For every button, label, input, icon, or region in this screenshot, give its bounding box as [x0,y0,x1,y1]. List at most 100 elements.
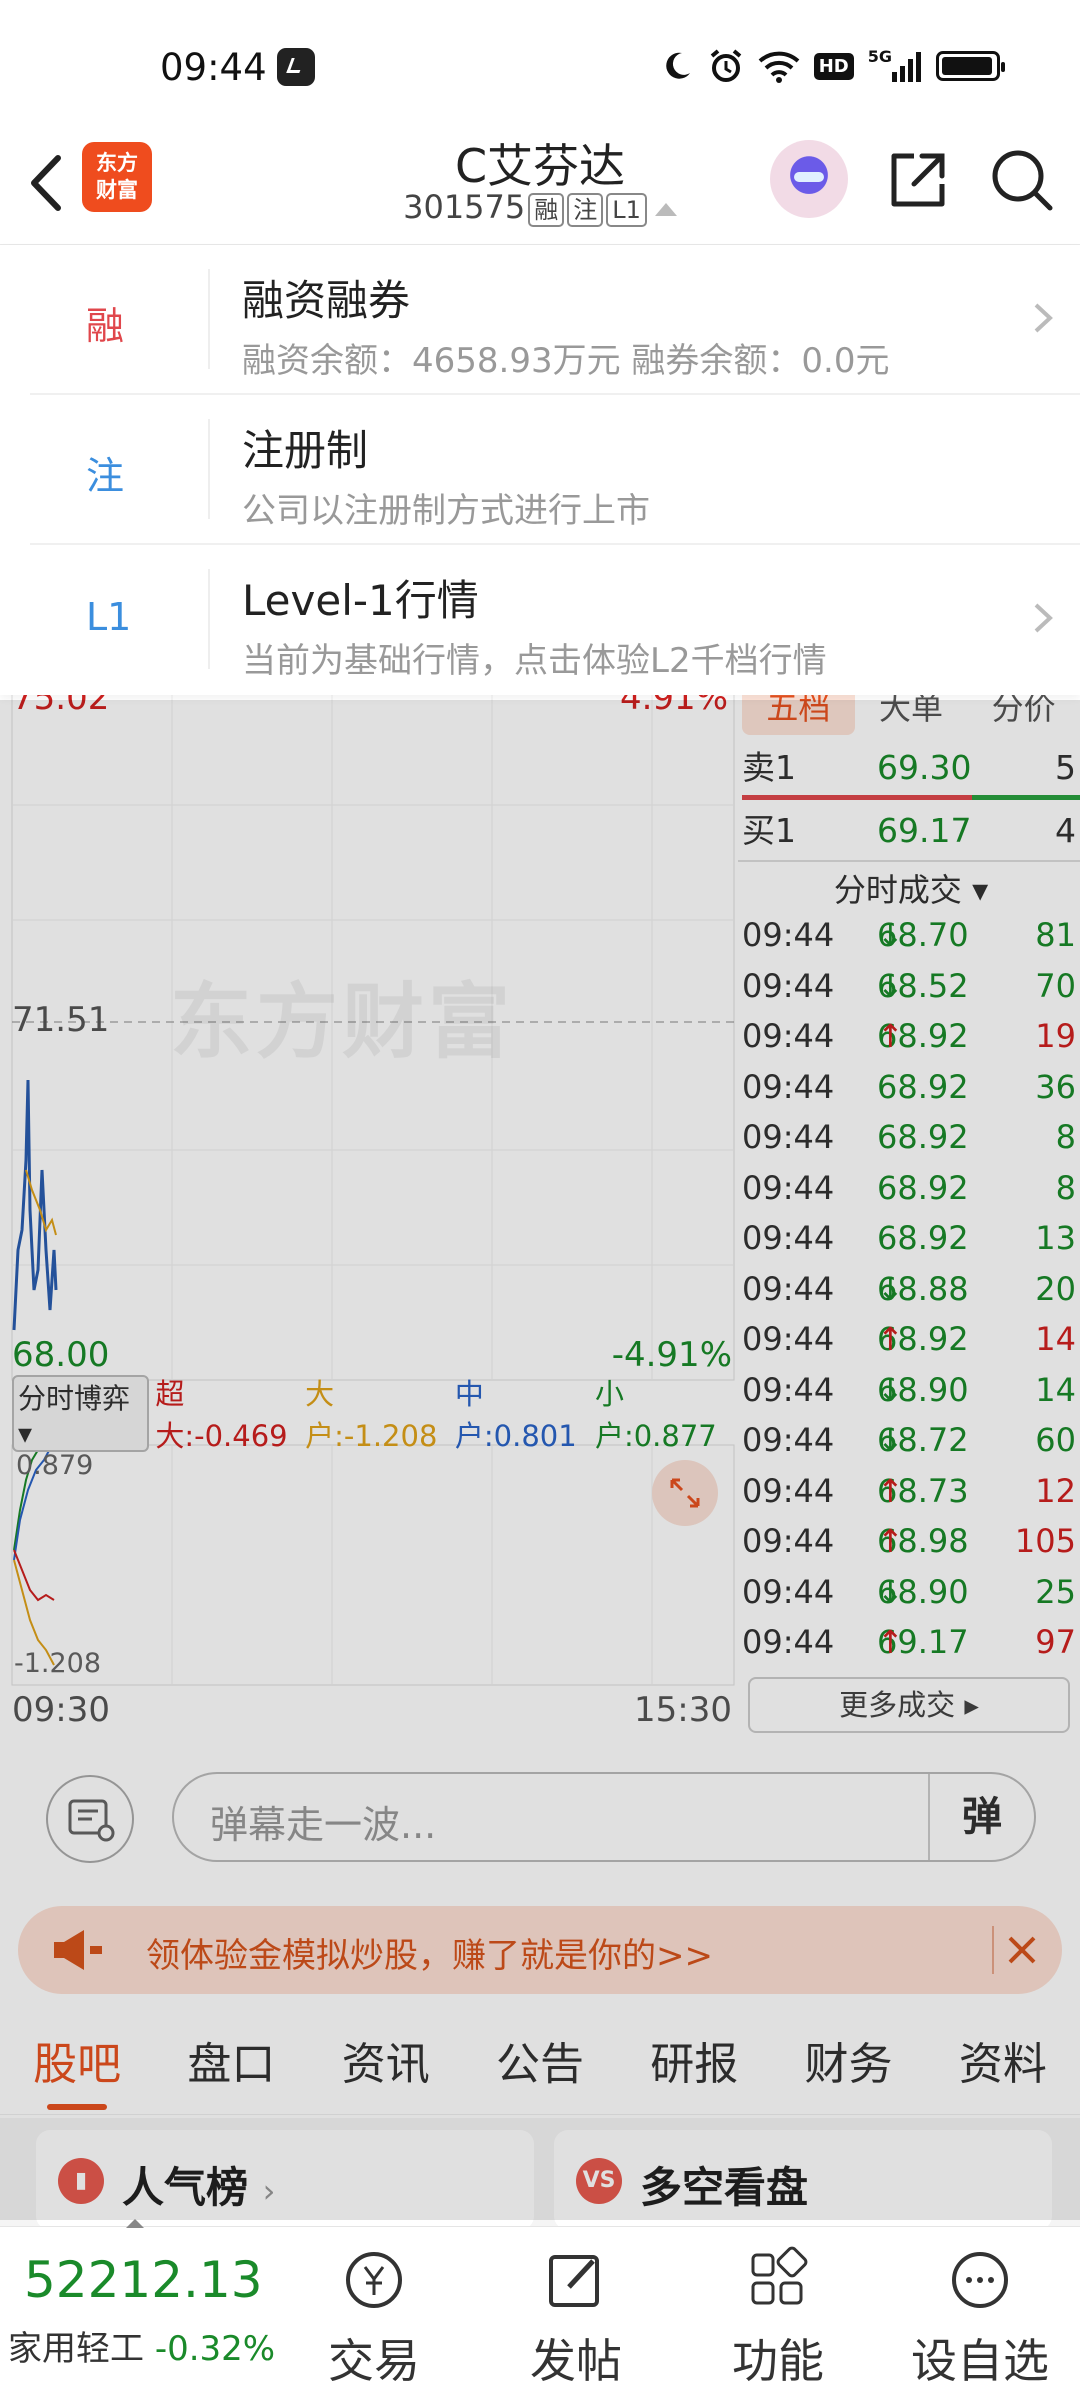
search-icon [992,150,1053,211]
flow-mode-select[interactable]: 分时博弈 ▾ [12,1374,150,1452]
trade-time: 09:44 [742,1017,835,1055]
card-popularity[interactable]: ▮ 人气榜 › [36,2130,534,2230]
danmaku-settings-icon[interactable] [46,1775,134,1863]
search-button[interactable] [988,146,1056,214]
price-bottom-label: 68.00 [12,1335,110,1375]
back-button[interactable] [22,148,72,218]
navbar-up-triangle-icon [126,2219,144,2228]
tab-profile[interactable]: 资料 [926,2010,1080,2114]
share-icon [891,153,945,207]
card-title: 人气榜 › [122,2163,276,2212]
trade-row: 09:44 68.92 13 [742,1213,1080,1263]
trade-time: 09:44 [742,1269,835,1308]
flow-medium: 中户:0.801 [454,1377,577,1453]
trade-volume: 8 [1055,1168,1076,1207]
tab-research[interactable]: 研报 [617,2010,771,2114]
tag-margin: 融 [528,193,565,227]
chevron-right-icon [1034,303,1053,333]
nav-trade[interactable]: 交易 [294,2235,454,2395]
time-end-label: 15:30 [634,1690,732,1730]
trade-row: 09:44 69.17 ↑ 97 [742,1617,1080,1667]
promo-close-button[interactable] [992,1926,1040,1974]
signal-icon: 5G [868,47,922,85]
popup-item-registration[interactable]: 注 注册制 公司以注册制方式进行上市 [30,395,1080,545]
trade-row: 09:44 68.52 ↓ 70 [742,961,1080,1011]
content-tabs: 股吧 盘口 资讯 公告 研报 财务 资料 [0,2010,1080,2115]
danmaku-input[interactable]: 弹幕走一波... 弹 [172,1772,1036,1862]
app-logo[interactable]: 东方 财富 [82,142,152,212]
status-time: 09:44 [160,46,267,89]
chart-icon: ▮ [58,2158,104,2204]
moon-icon [660,47,694,85]
popup-badge: 融 [86,304,125,348]
trade-time: 09:44 [742,1421,835,1459]
ai-assistant-icon[interactable] [770,140,848,218]
chart-canvas [11,690,735,1686]
share-button[interactable] [886,148,950,212]
nav-functions[interactable]: 功能 [698,2235,858,2395]
card-bull-bear[interactable]: VS 多空看盘 [554,2130,1052,2230]
tab-orderbook[interactable]: 盘口 [154,2010,308,2114]
price-mid-label: 71.51 [12,1000,110,1040]
trade-volume: 20 [1035,1269,1076,1308]
sector-index-name[interactable]: 家用轻工 -0.32% [8,2321,275,2370]
danmaku-send-button[interactable]: 弹 [928,1774,1034,1860]
trade-row: 09:44 68.73 ↑ 12 [742,1466,1080,1516]
trade-row: 09:44 68.92 ↑ 19 [742,1011,1080,1061]
trades-title[interactable]: 分时成交 ▾ [742,865,1080,911]
trade-row: 09:44 68.92 ↑ 14 [742,1314,1080,1364]
popup-item-level1[interactable]: L1 Level-1行情 当前为基础行情，点击体验L2千档行情 [30,545,1080,695]
stock-tags-popup: 融 融资融券 融资余额：4658.93万元 融券余额：0.0元 注 注册制 公司… [0,245,1080,695]
popup-desc: 融资余额：4658.93万元 融券余额：0.0元 [242,341,890,381]
flow-small: 小户:0.877 [594,1377,717,1453]
more-trades-button[interactable]: 更多成交 ▸ [748,1677,1070,1733]
tab-forum[interactable]: 股吧 [0,2010,154,2114]
popup-badge: L1 [86,595,132,639]
tab-announcements[interactable]: 公告 [463,2010,617,2114]
trade-row: 09:44 68.72 ↓ 60 [742,1415,1080,1465]
trade-time: 09:44 [742,1168,835,1207]
divider [208,419,210,519]
sector-index-value[interactable]: 52212.13 [24,2251,263,2309]
popup-item-margin[interactable]: 融 融资融券 融资余额：4658.93万元 融券余额：0.0元 [30,245,1080,395]
divider [208,269,210,369]
status-bar: 09:44 HD 5G [0,0,1080,130]
system-icons: HD 5G [660,46,1005,86]
promo-text: 领体验金模拟炒股，赚了就是你的>> [146,1936,713,1976]
trade-time: 09:44 [742,1219,835,1257]
intraday-chart[interactable]: 东方财富 75.02 4.91% 71.51 68.00 -4.91% 分时博弈… [0,678,740,1740]
vs-icon: VS [576,2158,622,2204]
popup-badge: 注 [86,454,125,498]
nav-post[interactable]: 发帖 [496,2235,656,2395]
hd-icon: HD [813,47,854,85]
time-start-label: 09:30 [12,1690,110,1730]
chevron-right-icon [1034,603,1053,633]
nav-label: 功能 [732,2334,824,2388]
promo-banner[interactable]: 领体验金模拟炒股，赚了就是你的>> [18,1906,1062,1994]
buy1-row: 买1 69.17 4 [742,811,1076,850]
flow-super: 超大:-0.469 [155,1377,288,1453]
tab-financials[interactable]: 财务 [771,2010,925,2114]
tab-news[interactable]: 资讯 [309,2010,463,2114]
trade-time: 09:44 [742,1118,835,1156]
sub-bottom-label: -1.208 [14,1648,102,1679]
trade-time: 09:44 [742,1370,835,1409]
edit-icon [549,2255,599,2307]
battery-icon [936,51,1005,81]
trade-row: 09:44 68.70 ↓ 81 [742,910,1080,960]
close-icon [1008,1936,1036,1964]
nav-add-watchlist[interactable]: 设自选 [900,2235,1060,2395]
trade-volume: 25 [1035,1572,1076,1611]
trade-time: 09:44 [742,1320,835,1358]
trade-time: 09:44 [742,916,835,954]
capital-flow-bar: 分时博弈 ▾ 超大:-0.469 大户:-1.208 中户:0.801 小户:0… [12,1374,735,1453]
pct-bottom-label: -4.91% [611,1335,732,1375]
trade-volume: 70 [1035,966,1076,1005]
popup-desc: 公司以注册制方式进行上市 [242,491,650,531]
tag-registration: 注 [567,193,604,227]
nav-label: 发帖 [530,2334,622,2388]
tag-level1: L1 [606,193,647,227]
expand-icon[interactable] [652,1460,718,1526]
trade-time: 09:44 [742,1471,835,1510]
stock-header: C艾芬达 301575 融注 L1 东方 财富 [0,130,1080,245]
